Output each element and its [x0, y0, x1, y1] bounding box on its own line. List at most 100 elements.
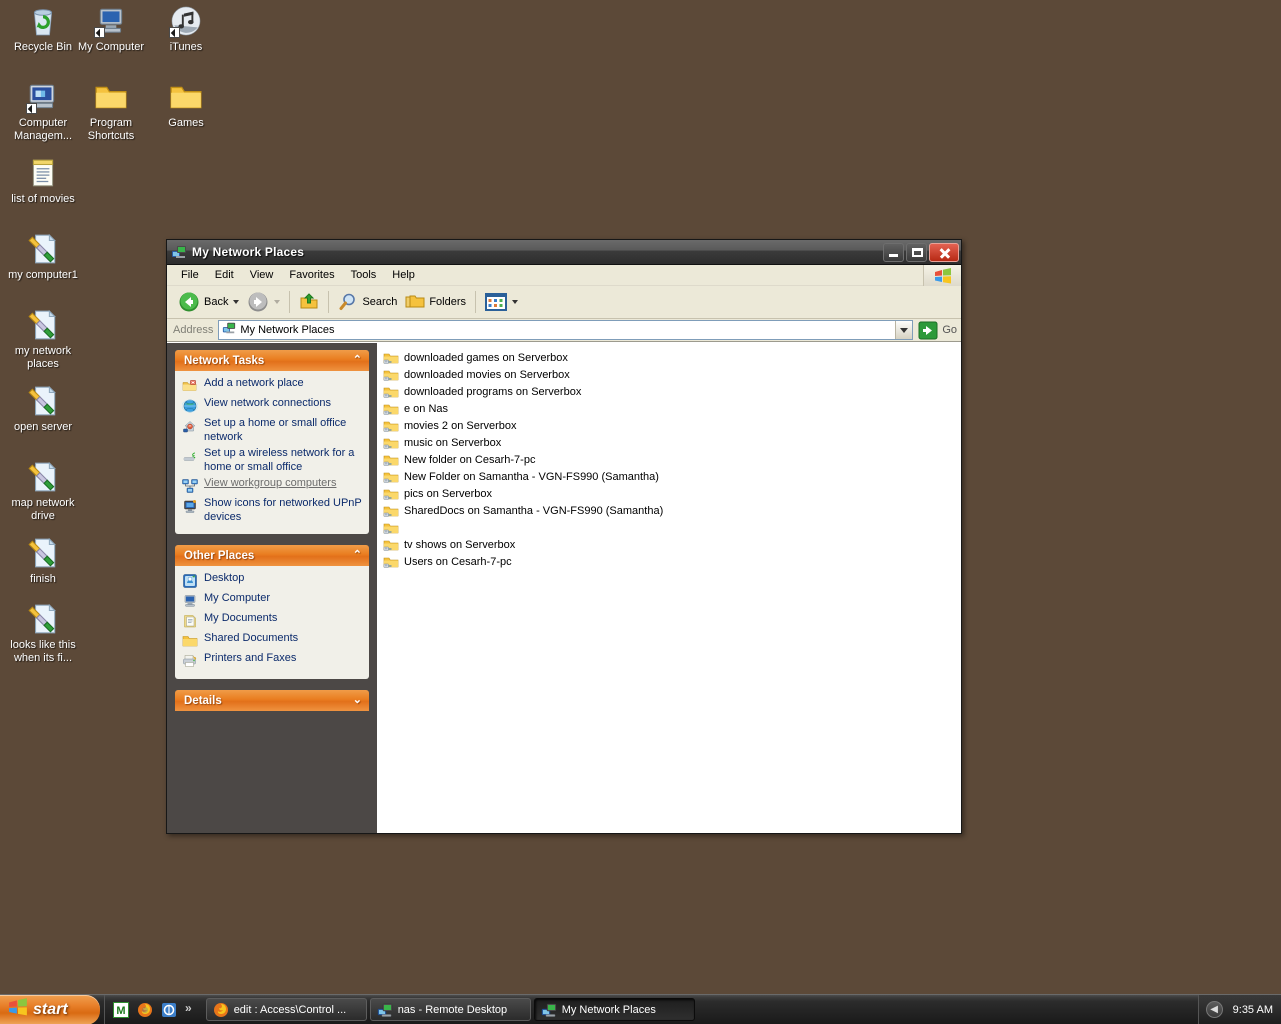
desktop-icon-program-shortcuts[interactable]: Program Shortcuts — [74, 80, 148, 142]
shared-folder-icon — [383, 418, 399, 434]
file-list-item[interactable]: New folder on Cesarh-7-pc — [383, 451, 961, 468]
menu-file[interactable]: File — [173, 267, 207, 283]
shared-folder-icon — [383, 384, 399, 400]
desktop-icon-computer-management[interactable]: Computer Managem... — [6, 80, 80, 142]
explorer-window[interactable]: My Network Places File Edit View Favorit… — [166, 239, 962, 834]
close-button[interactable] — [929, 242, 959, 262]
menu-edit[interactable]: Edit — [207, 267, 242, 283]
chevron-left-icon[interactable]: ◀ — [1205, 1001, 1223, 1018]
desktop-icon-finish[interactable]: finish — [6, 536, 80, 586]
desktop-icon-looks-like-this[interactable]: looks like this when its fi... — [6, 602, 80, 664]
task-link-set-up-a-wireless-network-for-a-home-or-small-office[interactable]: Set up a wireless network for a home or … — [182, 447, 364, 474]
file-list-item[interactable]: movies 2 on Serverbox — [383, 417, 961, 434]
maximize-button[interactable] — [906, 242, 927, 262]
menu-favorites[interactable]: Favorites — [281, 267, 342, 283]
chevron-up-icon[interactable]: ⌃ — [353, 550, 362, 561]
task-link-shared-documents[interactable]: Shared Documents — [182, 632, 364, 649]
file-list-item[interactable]: downloaded games on Serverbox — [383, 349, 961, 366]
up-button[interactable] — [295, 289, 323, 315]
desktop-icon-open-server[interactable]: open server — [6, 384, 80, 434]
panel-header[interactable]: Details ⌄ — [175, 690, 369, 711]
menu-view[interactable]: View — [242, 267, 282, 283]
start-label: start — [33, 1000, 68, 1018]
paint-file-icon — [26, 384, 60, 418]
window-title: My Network Places — [192, 245, 305, 259]
file-list-item[interactable]: SharedDocs on Samantha - VGN-FS990 (Sama… — [383, 502, 961, 519]
task-link-view-workgroup-computers[interactable]: View workgroup computers — [182, 477, 364, 494]
chevron-up-icon[interactable]: ⌃ — [353, 355, 362, 366]
address-dropdown-button[interactable] — [895, 321, 913, 339]
system-tray[interactable]: ◀ 9:35 AM — [1197, 994, 1281, 1024]
file-list-item[interactable]: pics on Serverbox — [383, 485, 961, 502]
menu-tools[interactable]: Tools — [343, 267, 385, 283]
menu-bar[interactable]: File Edit View Favorites Tools Help — [167, 265, 961, 286]
panel-header[interactable]: Network Tasks ⌃ — [175, 350, 369, 371]
file-list-item[interactable]: e on Nas — [383, 400, 961, 417]
folders-button[interactable]: Folders — [401, 289, 470, 315]
shared-folder-icon — [383, 486, 399, 502]
svg-text:M: M — [116, 1005, 125, 1017]
task-link-printers-and-faxes[interactable]: Printers and Faxes — [182, 652, 364, 669]
desktop-icon-games[interactable]: Games — [149, 80, 223, 130]
file-list-item[interactable]: music on Serverbox — [383, 434, 961, 451]
desktop-icon-map-network-drive[interactable]: map network drive — [6, 460, 80, 522]
task-link-set-up-a-home-or-small-office-network[interactable]: Set up a home or small office network — [182, 417, 364, 444]
file-list-item[interactable]: tv shows on Serverbox — [383, 536, 961, 553]
file-list-item[interactable] — [383, 519, 961, 536]
task-buttons[interactable]: edit : Access\Control ... nas - Remote De… — [205, 995, 1198, 1024]
taskbar-button[interactable]: edit : Access\Control ... — [205, 998, 367, 1021]
network-places-icon — [171, 244, 187, 260]
computer-icon — [94, 4, 128, 38]
toolbar[interactable]: Back Search Folders — [167, 286, 961, 319]
task-link-label: My Computer — [204, 592, 271, 604]
task-link-my-computer[interactable]: My Computer — [182, 592, 364, 609]
panel-header[interactable]: Other Places ⌃ — [175, 545, 369, 566]
firefox-icon — [213, 1002, 229, 1018]
address-input[interactable]: My Network Places — [218, 320, 914, 340]
back-button[interactable]: Back — [174, 289, 243, 315]
views-dropdown-icon[interactable] — [512, 300, 519, 304]
address-bar[interactable]: Address My Network Places Go — [167, 319, 961, 342]
minimize-button[interactable] — [883, 242, 904, 262]
go-button[interactable]: Go — [918, 321, 957, 340]
file-list-item-label: music on Serverbox — [404, 436, 502, 449]
task-sidebar[interactable]: Network Tasks ⌃ Add a network place View ne… — [167, 343, 377, 833]
task-link-desktop[interactable]: Desktop — [182, 572, 364, 589]
desktop-icon-my-computer1[interactable]: my computer1 — [6, 232, 80, 282]
window-titlebar[interactable]: My Network Places — [167, 240, 961, 265]
taskbar[interactable]: start M » edit : Access\Control ... nas - — [0, 994, 1281, 1024]
forward-button[interactable] — [243, 289, 284, 315]
task-link-add-a-network-place[interactable]: Add a network place — [182, 377, 364, 394]
desktop-icon-itunes[interactable]: iTunes — [149, 4, 223, 54]
desktop-icon-list-of-movies[interactable]: list of movies — [6, 156, 80, 206]
file-list-item[interactable]: Users on Cesarh-7-pc — [383, 553, 961, 570]
menu-help[interactable]: Help — [384, 267, 423, 283]
taskbar-button[interactable]: nas - Remote Desktop — [369, 998, 531, 1021]
file-list-item[interactable]: New Folder on Samantha - VGN-FS990 (Sama… — [383, 468, 961, 485]
file-list-item[interactable]: downloaded movies on Serverbox — [383, 366, 961, 383]
blue-shortcut-icon[interactable] — [161, 1002, 177, 1018]
task-link-my-documents[interactable]: My Documents — [182, 612, 364, 629]
file-list-item[interactable]: downloaded programs on Serverbox — [383, 383, 961, 400]
chevron-down-icon[interactable]: ⌄ — [353, 695, 362, 706]
start-button[interactable]: start — [0, 994, 100, 1024]
firefox-icon[interactable] — [137, 1002, 153, 1018]
task-link-show-icons-for-networked-upnp-devices[interactable]: Show icons for networked UPnP devices — [182, 497, 364, 524]
desktop-icon-my-network-places[interactable]: my network places — [6, 308, 80, 370]
search-label: Search — [362, 296, 398, 308]
shared-folder-icon — [383, 367, 399, 383]
desktop-icon-my-computer[interactable]: My Computer — [74, 4, 148, 54]
quicklaunch-overflow-icon[interactable]: » — [185, 1001, 192, 1015]
shared-folder-icon — [383, 401, 399, 417]
taskbar-button[interactable]: My Network Places — [533, 998, 695, 1021]
clock[interactable]: 9:35 AM — [1233, 1004, 1273, 1016]
search-button[interactable]: Search — [334, 289, 401, 315]
forward-dropdown-icon[interactable] — [274, 300, 281, 304]
quick-launch-bar[interactable]: M » — [104, 994, 200, 1024]
back-dropdown-icon[interactable] — [233, 300, 240, 304]
desktop-icon-recycle-bin[interactable]: Recycle Bin — [6, 4, 80, 54]
file-list-pane[interactable]: downloaded games on Serverbox downloaded … — [377, 343, 961, 833]
task-link-view-network-connections[interactable]: View network connections — [181, 397, 364, 414]
views-button[interactable] — [481, 289, 522, 315]
green-m-icon[interactable]: M — [113, 1001, 129, 1018]
